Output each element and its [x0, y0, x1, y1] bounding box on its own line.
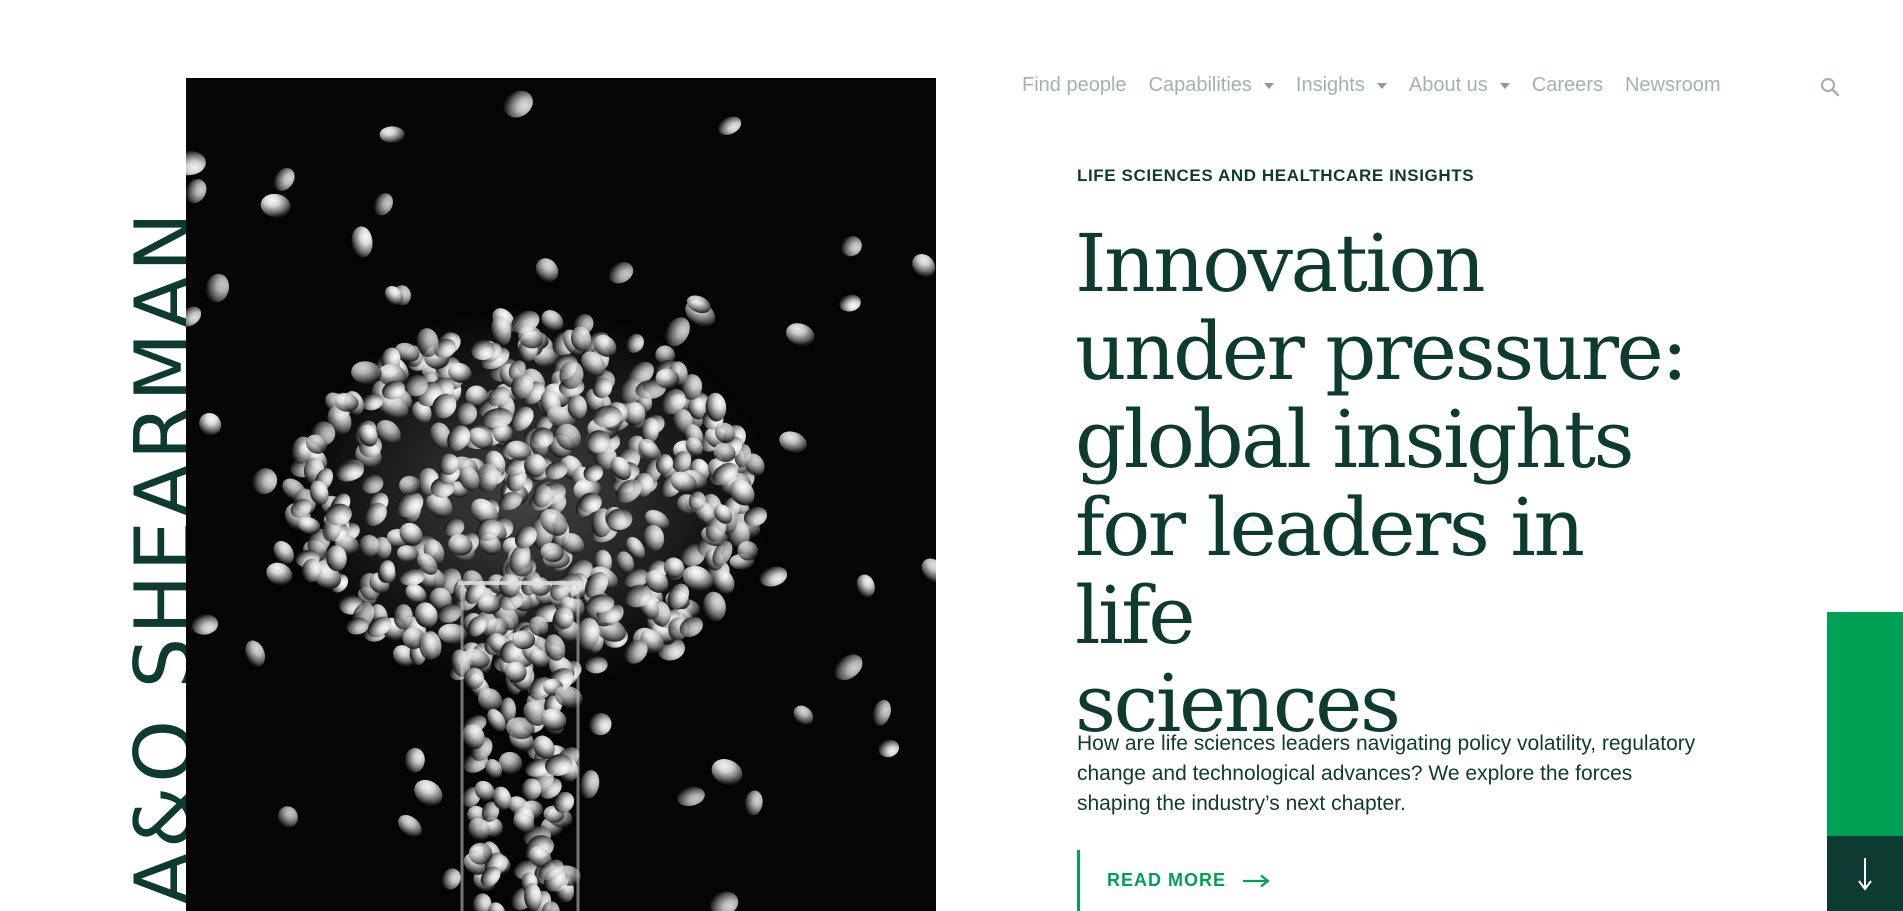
- headline-line: under pressure:: [1075, 305, 1688, 398]
- nav-item-newsroom[interactable]: Newsroom: [1625, 74, 1721, 97]
- hero-image-illustration: [186, 78, 936, 911]
- nav-item-insights[interactable]: Insights: [1296, 74, 1387, 97]
- hero-eyebrow: LIFE SCIENCES AND HEALTHCARE INSIGHTS: [1077, 166, 1475, 185]
- headline-line: for leaders in life: [1075, 481, 1585, 662]
- search-icon: [1820, 77, 1840, 97]
- arrow-right-icon: [1243, 874, 1270, 887]
- brand-logo[interactable]: A&O SHEARMAN: [0, 0, 211, 911]
- nav-item-label: Find people: [1022, 73, 1127, 96]
- nav-item-label: About us: [1408, 73, 1488, 96]
- hero-intro: How are life sciences leaders navigating…: [1077, 729, 1717, 819]
- headline-line: global insights: [1075, 393, 1635, 486]
- nav-item-label: Capabilities: [1148, 73, 1252, 96]
- nav-item-about-us[interactable]: About us: [1409, 74, 1510, 97]
- arrow-down-icon: [1858, 857, 1872, 891]
- intro-line: change and technological advances? We ex…: [1077, 762, 1633, 785]
- read-more-link[interactable]: READ MORE: [1077, 850, 1270, 911]
- read-more-label: READ MORE: [1107, 870, 1227, 890]
- search-button[interactable]: [1819, 76, 1841, 98]
- scroll-down-button[interactable]: [1827, 836, 1903, 911]
- headline-line: Innovation: [1075, 217, 1486, 310]
- main-nav: Find people Capabilities Insights About …: [1022, 74, 1721, 96]
- intro-line: How are life sciences leaders navigating…: [1077, 732, 1696, 755]
- chevron-down-icon: [1263, 83, 1274, 89]
- nav-item-label: Insights: [1295, 73, 1365, 96]
- nav-item-label: Careers: [1531, 73, 1603, 96]
- hero-headline: Innovation under pressure: global insigh…: [1075, 220, 1695, 748]
- intro-line: shaping the industry’s next chapter.: [1077, 792, 1406, 815]
- nav-item-capabilities[interactable]: Capabilities: [1149, 74, 1274, 97]
- hero-image: [186, 78, 936, 911]
- nav-item-careers[interactable]: Careers: [1532, 74, 1603, 97]
- nav-item-find-people[interactable]: Find people: [1022, 74, 1127, 97]
- nav-item-label: Newsroom: [1624, 73, 1721, 96]
- side-accent-bar: [1827, 612, 1903, 836]
- chevron-down-icon: [1376, 83, 1387, 89]
- chevron-down-icon: [1499, 83, 1510, 89]
